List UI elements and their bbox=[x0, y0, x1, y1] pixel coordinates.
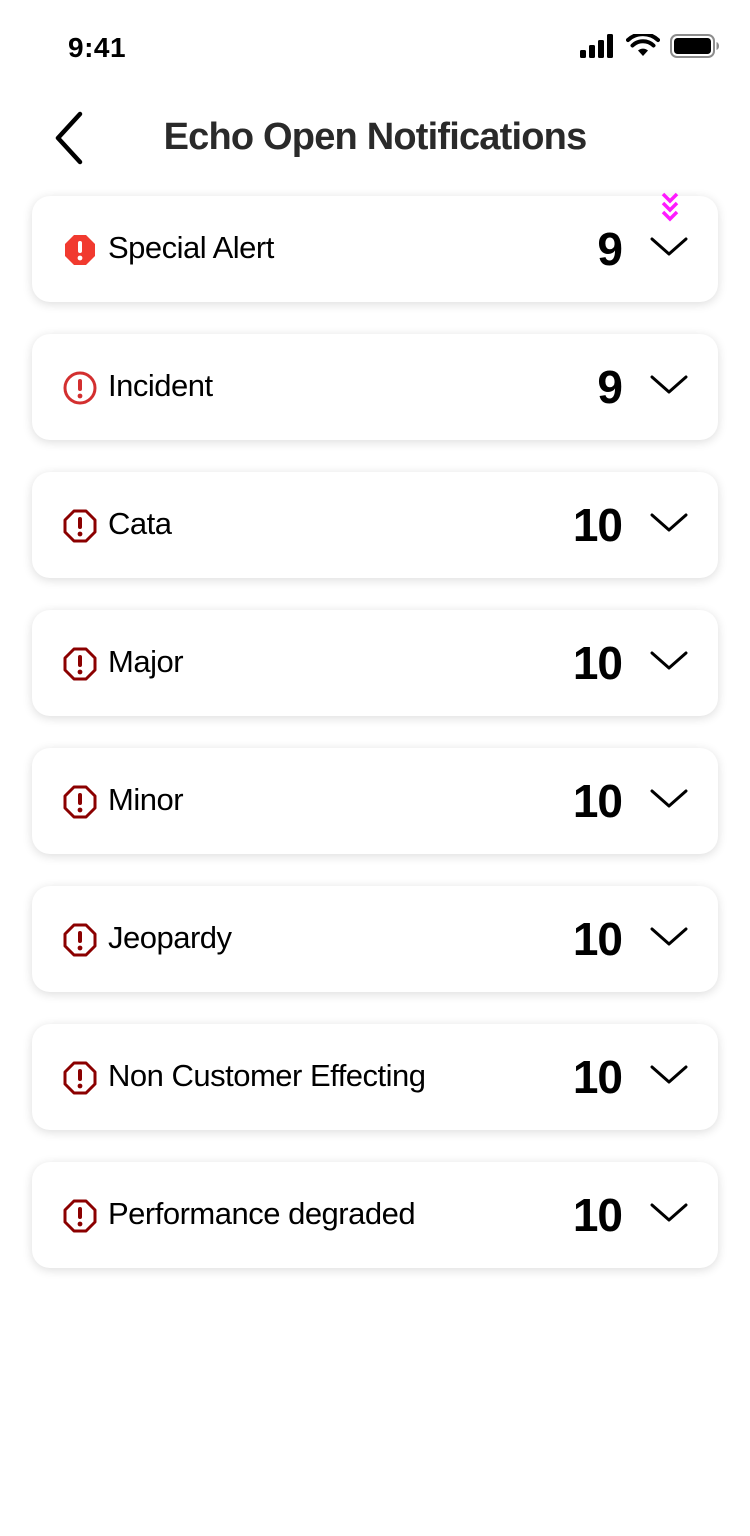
notification-label: Jeopardy bbox=[108, 920, 232, 955]
chevron-down-icon[interactable] bbox=[650, 1200, 688, 1226]
alert-octagon-filled-icon bbox=[65, 235, 95, 265]
alert-octagon-icon bbox=[63, 1061, 97, 1095]
status-icons bbox=[580, 34, 720, 58]
notification-count: 10 bbox=[572, 1051, 623, 1103]
chevron-down-icon[interactable] bbox=[650, 648, 688, 674]
page-title: Echo Open Notifications bbox=[163, 116, 588, 158]
chevron-down-icon[interactable] bbox=[650, 1062, 688, 1088]
chevron-down-icon[interactable] bbox=[650, 372, 688, 398]
alert-octagon-icon bbox=[63, 509, 97, 543]
notification-label: Cata bbox=[108, 506, 172, 541]
notification-card-special-alert[interactable]: Special Alert 9 bbox=[32, 192, 718, 302]
notification-count: 10 bbox=[572, 637, 623, 689]
status-time: 9:41 bbox=[68, 32, 127, 63]
notification-card-performance-degraded[interactable]: Performance degraded 10 bbox=[32, 1162, 718, 1268]
cellular-signal-icon bbox=[580, 34, 613, 58]
drag-indicator-icon bbox=[661, 192, 679, 222]
battery-icon bbox=[670, 34, 719, 58]
notification-card-major[interactable]: Major 10 bbox=[32, 610, 718, 716]
notification-label: Performance degraded bbox=[108, 1196, 416, 1231]
notification-count: 10 bbox=[572, 499, 623, 551]
chevron-down-icon[interactable] bbox=[650, 786, 688, 812]
notification-label: Special Alert bbox=[108, 230, 274, 265]
header: Echo Open Notifications bbox=[0, 96, 750, 186]
notification-card-incident[interactable]: Incident 9 bbox=[32, 334, 718, 440]
chevron-down-icon[interactable] bbox=[650, 510, 688, 536]
alert-octagon-icon bbox=[63, 1199, 97, 1233]
status-bar: 9:41 bbox=[0, 0, 750, 96]
notification-card-cata[interactable]: Cata 10 bbox=[32, 472, 718, 578]
notification-card-jeopardy[interactable]: Jeopardy 10 bbox=[32, 886, 718, 992]
alert-circle-icon bbox=[63, 371, 97, 405]
notification-count: 10 bbox=[572, 1189, 623, 1241]
notification-label: Minor bbox=[108, 782, 184, 817]
notification-count: 9 bbox=[597, 361, 623, 413]
notification-card-minor[interactable]: Minor 10 bbox=[32, 748, 718, 854]
notification-count: 10 bbox=[572, 913, 623, 965]
notification-label: Major bbox=[108, 644, 184, 679]
chevron-down-icon[interactable] bbox=[650, 234, 688, 260]
chevron-down-icon[interactable] bbox=[650, 924, 688, 950]
alert-octagon-icon bbox=[63, 647, 97, 681]
alert-octagon-icon bbox=[63, 923, 97, 957]
notification-label: Non Customer Effecting bbox=[108, 1058, 426, 1093]
notification-list: Special Alert 9 Incident 9 Cata 10 Major… bbox=[32, 192, 718, 1300]
notification-count: 10 bbox=[572, 775, 623, 827]
alert-octagon-icon bbox=[63, 785, 97, 819]
notification-label: Incident bbox=[108, 368, 213, 403]
wifi-icon bbox=[626, 34, 660, 56]
notification-card-non-customer-effecting[interactable]: Non Customer Effecting 10 bbox=[32, 1024, 718, 1130]
notification-count: 9 bbox=[597, 223, 623, 275]
